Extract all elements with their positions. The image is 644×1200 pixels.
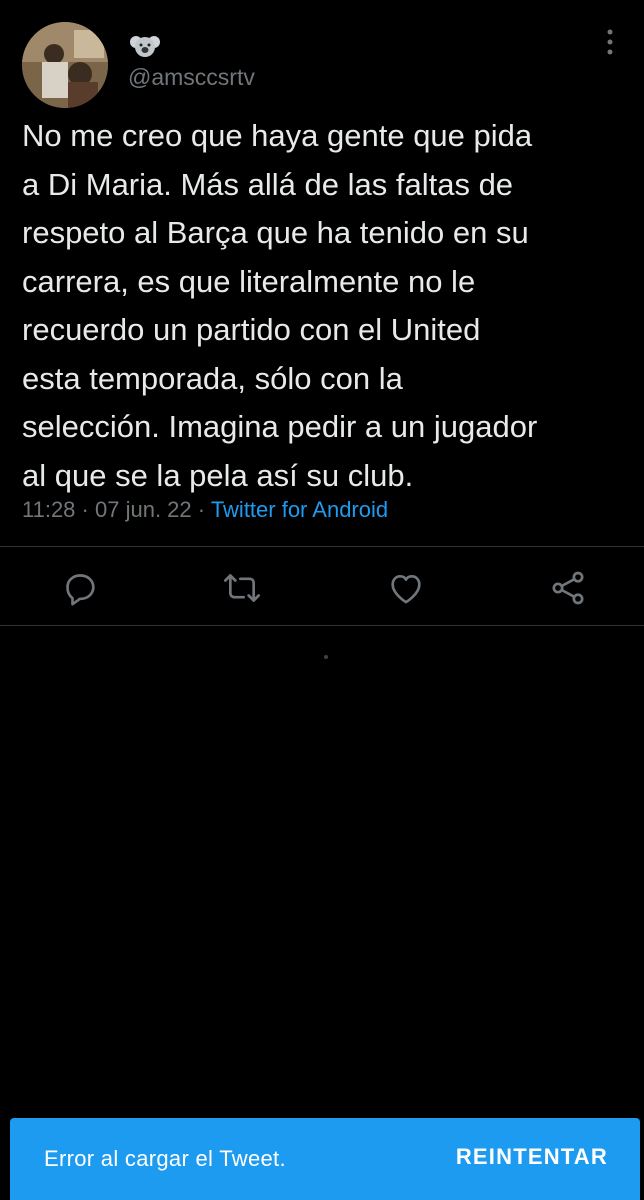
user-handle[interactable]: @amsccsrtv <box>128 64 255 91</box>
tweet-source-link[interactable]: Twitter for Android <box>211 497 388 522</box>
avatar-photo <box>22 22 108 108</box>
meta-separator: · <box>197 497 206 522</box>
error-toast: Error al cargar el Tweet. REINTENTAR <box>10 1118 640 1200</box>
avatar[interactable] <box>22 22 108 108</box>
retweet-icon[interactable] <box>222 568 262 608</box>
like-icon[interactable] <box>386 568 426 608</box>
more-options-icon[interactable] <box>600 24 620 60</box>
loading-indicator <box>324 655 328 659</box>
toast-message: Error al cargar el Tweet. <box>44 1146 286 1171</box>
koala-emoji-icon <box>128 30 162 60</box>
tweet-text: No me creo que haya gente que pida a Di … <box>22 118 538 493</box>
share-icon[interactable] <box>548 568 588 608</box>
tweet-date: 07 jun. 22 <box>95 497 192 522</box>
reply-icon[interactable] <box>60 568 100 608</box>
divider <box>0 546 644 547</box>
meta-separator: · <box>81 497 89 522</box>
tweet-meta: 11:28 · 07 jun. 22 · Twitter for Android <box>22 497 388 523</box>
retry-button[interactable]: REINTENTAR <box>456 1144 608 1170</box>
tweet-time: 11:28 <box>22 497 76 522</box>
divider <box>0 625 644 626</box>
